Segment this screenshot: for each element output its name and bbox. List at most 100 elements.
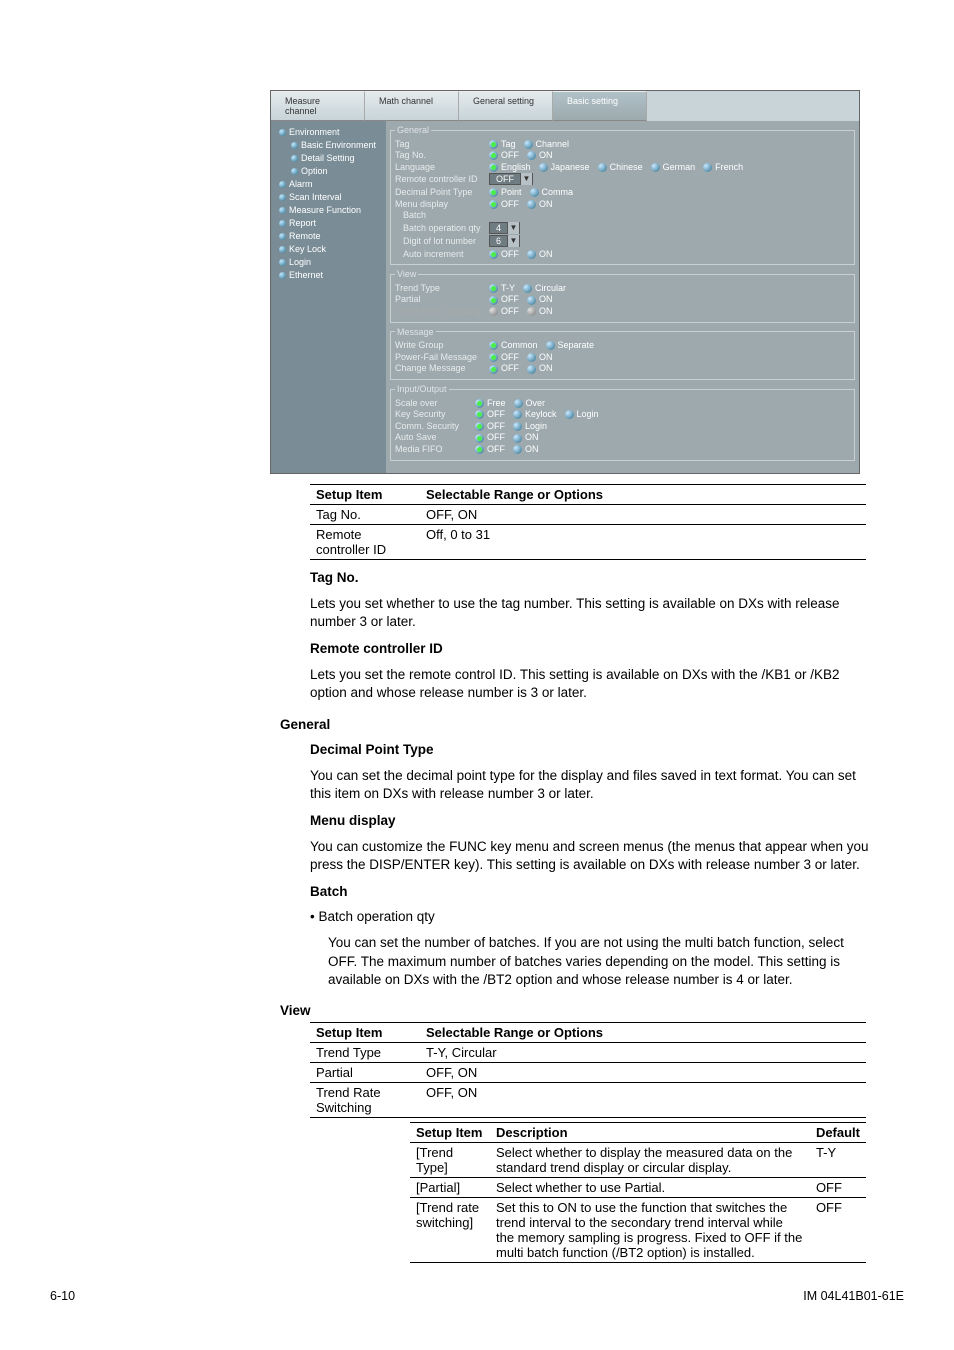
radio-autoinc-on[interactable] <box>527 250 536 259</box>
lbl-trendtype: Trend Type <box>395 283 489 293</box>
select-lotdigit[interactable]: 6▼ <box>489 235 520 247</box>
radio-trend-circ[interactable] <box>523 284 532 293</box>
heading-remoteid: Remote controller ID <box>310 641 874 656</box>
table-view-options: Setup ItemSelectable Range or Options Tr… <box>310 1022 866 1118</box>
radio-ks-off[interactable] <box>475 410 484 419</box>
radio-tagno-on[interactable] <box>527 151 536 160</box>
form-area: General Tag Tag Channel Tag No. OFF ON L… <box>386 121 859 473</box>
tree-report[interactable]: Report <box>275 216 382 229</box>
select-remoteid[interactable]: OFF▼ <box>489 173 533 185</box>
lbl-tag: Tag <box>395 139 489 149</box>
dot-icon <box>291 168 298 175</box>
lbl-writegroup: Write Group <box>395 340 489 350</box>
lbl-mediafifo: Media FIFO <box>395 444 475 454</box>
radio-as-on[interactable] <box>513 434 522 443</box>
text-batchqty: You can set the number of batches. If yo… <box>328 934 874 989</box>
table-view-detail: Setup ItemDescriptionDefault [Trend Type… <box>410 1122 866 1263</box>
text-menu: You can customize the FUNC key menu and … <box>310 838 874 874</box>
radio-lang-de[interactable] <box>651 163 660 172</box>
radio-ks-login[interactable] <box>565 410 574 419</box>
lbl-commsec: Comm. Security <box>395 421 475 431</box>
tree-scan-interval[interactable]: Scan Interval <box>275 190 382 203</box>
tree-key-lock[interactable]: Key Lock <box>275 242 382 255</box>
radio-so-over[interactable] <box>514 399 523 408</box>
radio-trendsw-off <box>489 307 498 316</box>
radio-menu-on[interactable] <box>527 200 536 209</box>
dot-icon <box>279 272 286 279</box>
dot-icon <box>291 142 298 149</box>
radio-partial-off[interactable] <box>489 296 498 305</box>
radio-menu-off[interactable] <box>489 200 498 209</box>
radio-dpt-comma[interactable] <box>530 188 539 197</box>
lbl-pfmsg: Power-Fail Message <box>395 352 489 362</box>
radio-cs-login[interactable] <box>513 422 522 431</box>
radio-tagno-off[interactable] <box>489 151 498 160</box>
radio-lang-fr[interactable] <box>703 163 712 172</box>
tree-ethernet[interactable]: Ethernet <box>275 268 382 281</box>
radio-pf-off[interactable] <box>489 353 498 362</box>
radio-tag-channel[interactable] <box>524 140 533 149</box>
tree-detail-setting[interactable]: Detail Setting <box>275 151 382 164</box>
item-batchqty: • Batch operation qty <box>310 909 874 924</box>
tab-general-setting[interactable]: General setting <box>459 91 553 121</box>
radio-dpt-point[interactable] <box>489 188 498 197</box>
group-general: General Tag Tag Channel Tag No. OFF ON L… <box>390 125 855 265</box>
radio-autoinc-off[interactable] <box>489 250 498 259</box>
chevron-down-icon: ▼ <box>507 222 519 234</box>
screenshot-panel: Measure channel Math channel General set… <box>270 90 860 474</box>
lbl-autosave: Auto Save <box>395 432 475 442</box>
group-inout: Input/Output Scale over Free Over Key Se… <box>390 384 855 461</box>
dot-icon <box>291 155 298 162</box>
table-setup-options: Setup ItemSelectable Range or Options Ta… <box>310 484 866 560</box>
lbl-menudisp: Menu display <box>395 199 489 209</box>
radio-pf-on[interactable] <box>527 353 536 362</box>
chevron-down-icon: ▼ <box>520 173 532 185</box>
radio-mf-off[interactable] <box>475 445 484 454</box>
radio-lang-ja[interactable] <box>539 163 548 172</box>
tab-math-channel[interactable]: Math channel <box>365 91 459 121</box>
tree-basic-environment[interactable]: Basic Environment <box>275 138 382 151</box>
lbl-autoinc: Auto increment <box>395 249 489 259</box>
radio-cs-off[interactable] <box>475 422 484 431</box>
tab-row: Measure channel Math channel General set… <box>271 91 859 121</box>
tree-login[interactable]: Login <box>275 255 382 268</box>
select-batchqty[interactable]: 4▼ <box>489 222 520 234</box>
radio-as-off[interactable] <box>475 434 484 443</box>
section-view: View <box>280 1003 874 1018</box>
dot-icon <box>279 220 286 227</box>
tab-basic-setting[interactable]: Basic setting <box>553 91 647 121</box>
page-number: 6-10 <box>50 1289 75 1303</box>
radio-ch-on[interactable] <box>527 365 536 374</box>
legend-message: Message <box>395 327 436 337</box>
radio-wg-common[interactable] <box>489 341 498 350</box>
radio-lang-zh[interactable] <box>598 163 607 172</box>
section-general: General <box>280 717 874 732</box>
lbl-batch: Batch <box>395 210 489 220</box>
tree: Environment Basic Environment Detail Set… <box>271 121 386 473</box>
lbl-batchqty: Batch operation qty <box>395 223 489 233</box>
dot-icon <box>279 259 286 266</box>
radio-so-free[interactable] <box>475 399 484 408</box>
tree-environment[interactable]: Environment <box>275 125 382 138</box>
text-tagno: Lets you set whether to use the tag numb… <box>310 595 874 631</box>
radio-ch-off[interactable] <box>489 365 498 374</box>
legend-view: View <box>395 269 418 279</box>
tree-alarm[interactable]: Alarm <box>275 177 382 190</box>
radio-mf-on[interactable] <box>513 445 522 454</box>
lbl-chmsg: Change Message <box>395 363 489 373</box>
tab-measure-channel[interactable]: Measure channel <box>271 91 365 121</box>
radio-wg-separate[interactable] <box>546 341 555 350</box>
radio-partial-on[interactable] <box>527 296 536 305</box>
group-view: View Trend Type T-Y Circular Partial OFF… <box>390 269 855 322</box>
text-remoteid: Lets you set the remote control ID. This… <box>310 666 874 702</box>
radio-lang-en[interactable] <box>489 163 498 172</box>
tree-measure-function[interactable]: Measure Function <box>275 203 382 216</box>
tree-remote[interactable]: Remote <box>275 229 382 242</box>
tree-option[interactable]: Option <box>275 164 382 177</box>
radio-trend-ty[interactable] <box>489 284 498 293</box>
heading-tagno: Tag No. <box>310 570 874 585</box>
radio-tag-tag[interactable] <box>489 140 498 149</box>
heading-menu: Menu display <box>310 813 874 828</box>
radio-ks-keylock[interactable] <box>513 410 522 419</box>
lbl-keysec: Key Security <box>395 409 475 419</box>
